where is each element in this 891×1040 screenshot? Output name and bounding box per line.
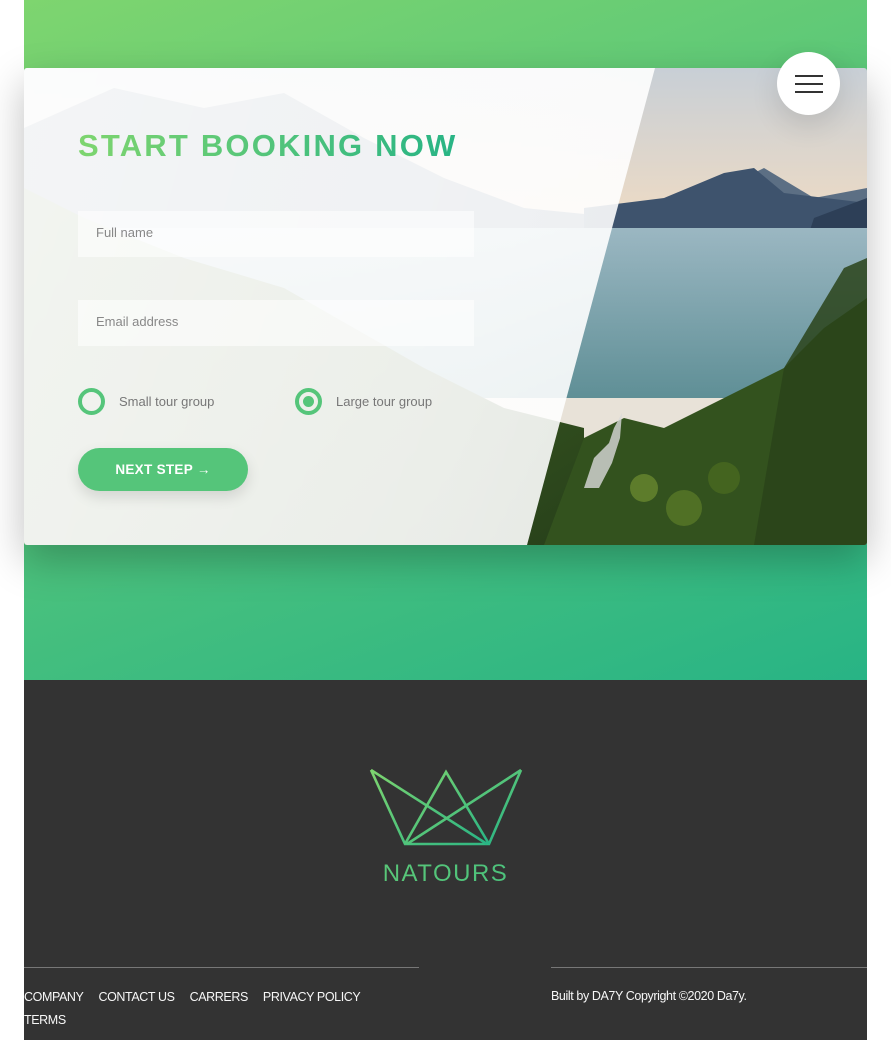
radio-large-tour-group[interactable]: Large tour group [295,387,432,415]
footer-link-privacy-policy[interactable]: Privacy policy [263,990,361,1004]
footer-link-company[interactable]: Company [24,990,84,1004]
hamburger-line [795,83,823,85]
footer-link-carrers[interactable]: Carrers [190,990,249,1004]
brand-name: NATOURS [24,860,867,888]
booking-section: Start booking now Small tour group Large… [24,0,867,680]
page: Start booking now Small tour group Large… [24,0,867,1040]
menu-button[interactable] [777,52,840,115]
footer-link-terms[interactable]: Terms [24,1013,66,1027]
copyright-text: Built by DA7Y Copyright ©2020 Da7y. [551,967,867,1004]
booking-card: Start booking now Small tour group Large… [24,68,867,545]
crown-logo-icon [369,766,524,848]
hamburger-line [795,75,823,77]
radio-button-checked-icon[interactable] [295,387,322,415]
radio-small-tour-group[interactable]: Small tour group [78,387,214,415]
footer: NATOURS Company Contact us Carrers Priva… [24,680,867,1040]
email-input[interactable] [78,300,474,346]
footer-link-contact-us[interactable]: Contact us [98,990,175,1004]
hamburger-line [795,91,823,93]
full-name-input[interactable] [78,211,474,257]
footer-navigation: Company Contact us Carrers Privacy polic… [24,967,419,1034]
radio-button-icon[interactable] [78,387,105,415]
radio-label: Large tour group [336,393,433,409]
booking-form: Start booking now Small tour group Large… [78,68,578,545]
radio-label: Small tour group [119,393,215,409]
booking-heading: Start booking now [78,128,458,163]
next-step-button[interactable]: Next step → [78,448,248,491]
